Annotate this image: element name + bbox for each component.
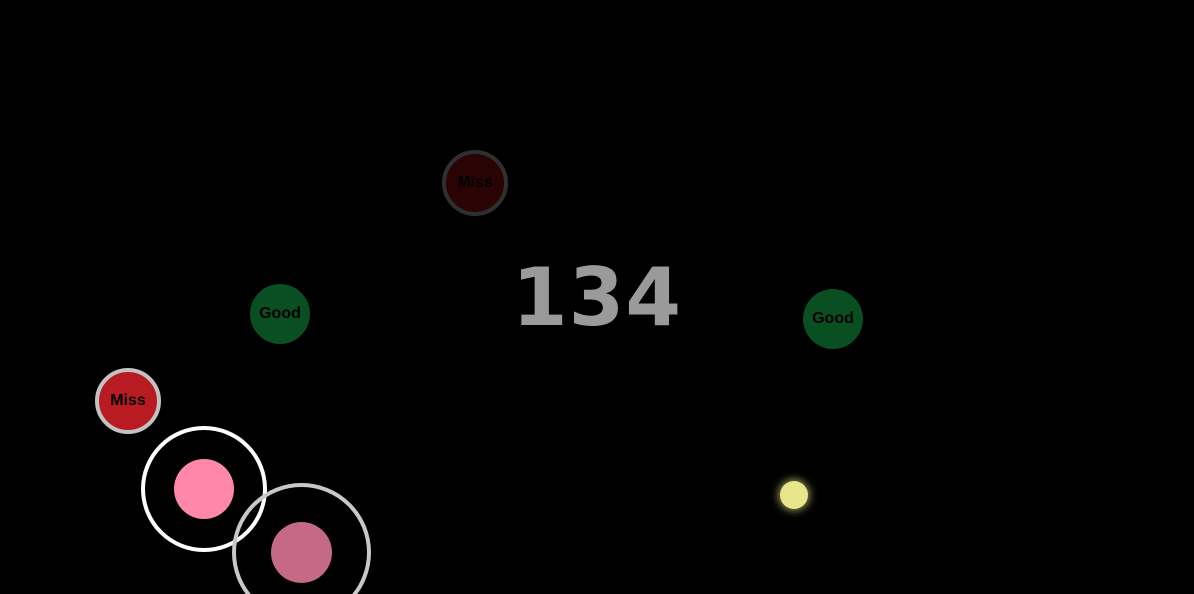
judgement-good-right: Good: [803, 289, 863, 349]
judgement-good-left: Good: [250, 284, 310, 344]
judgement-good-right-label: Good: [812, 310, 854, 327]
judgement-good-left-label: Good: [259, 305, 301, 322]
judgement-miss-faded-label: Miss: [457, 174, 493, 191]
game-playfield[interactable]: 134 Miss Good Good Miss: [0, 0, 1194, 594]
score-counter: 134: [512, 251, 682, 344]
cursor-dot-icon: [780, 481, 808, 509]
hit-circle-active[interactable]: [174, 459, 234, 519]
judgement-miss-left: Miss: [95, 368, 161, 434]
hit-circle-next[interactable]: [271, 522, 332, 583]
judgement-miss-faded: Miss: [442, 150, 508, 216]
judgement-miss-left-label: Miss: [110, 392, 146, 409]
